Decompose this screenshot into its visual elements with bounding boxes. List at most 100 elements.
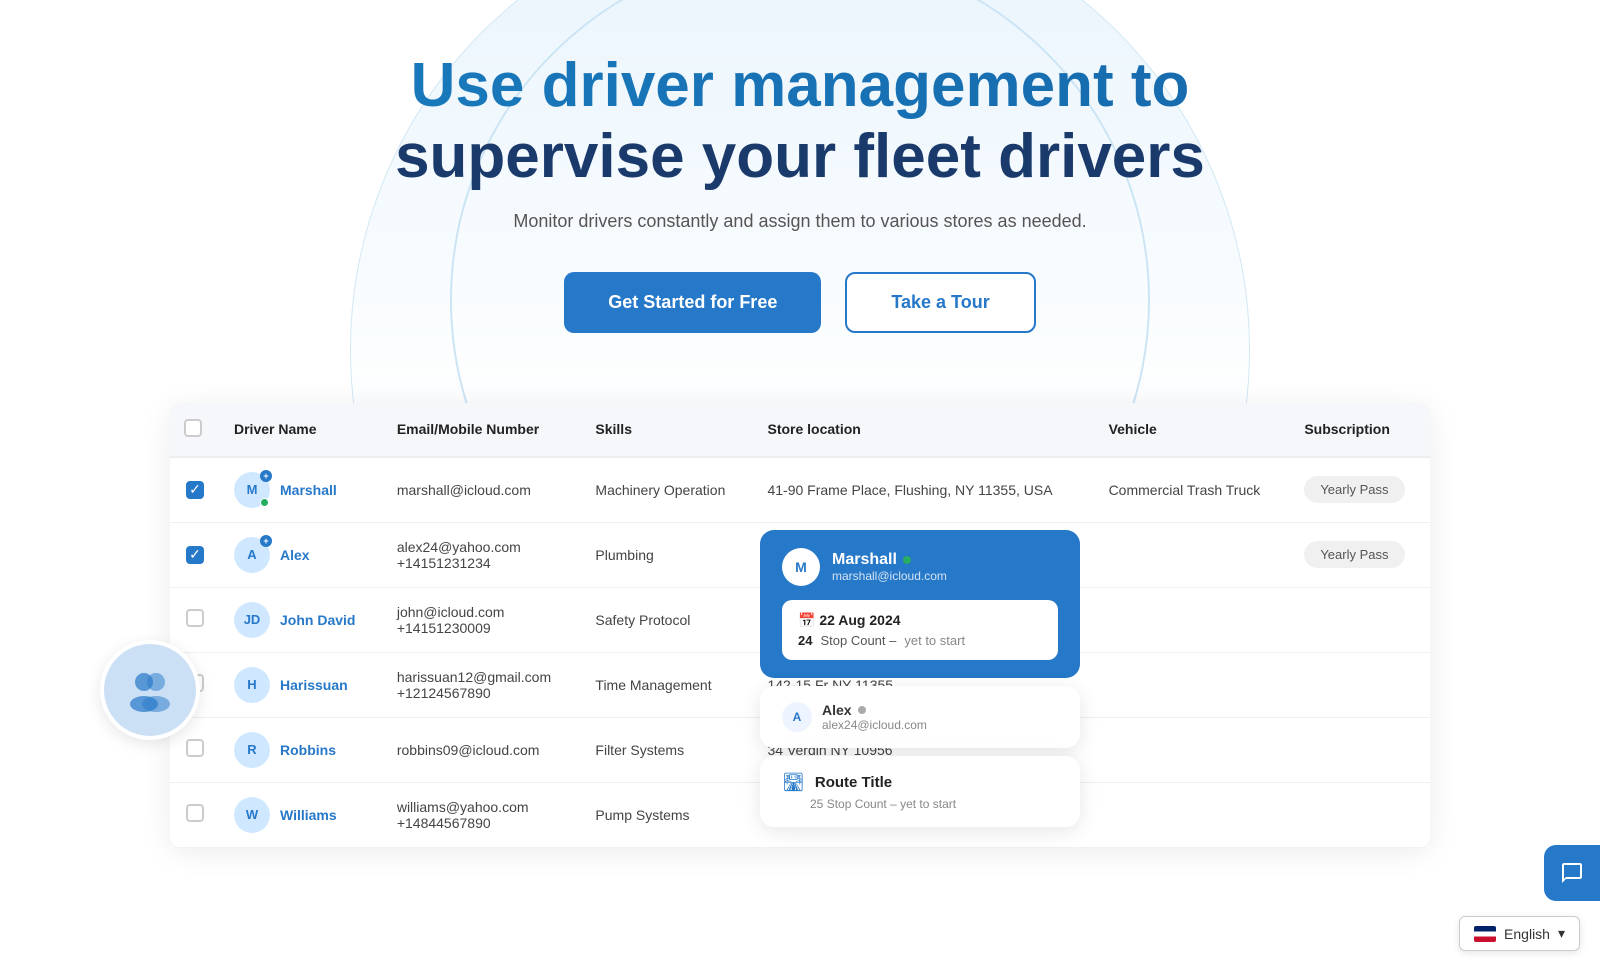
row-checkbox-cell <box>170 587 220 652</box>
row-subscription-cell: Yearly Pass <box>1290 522 1430 587</box>
hero-title-line2: supervise your fleet drivers <box>20 121 1580 192</box>
driver-name: John David <box>280 612 355 628</box>
driver-email: robbins09@icloud.com <box>397 742 568 758</box>
row-skills-cell: Safety Protocol <box>581 587 753 652</box>
header-checkbox-col <box>170 403 220 457</box>
col-driver-name: Driver Name <box>220 403 383 457</box>
row-checkbox-4[interactable] <box>186 739 204 757</box>
col-vehicle: Vehicle <box>1095 403 1291 457</box>
row-email-mobile-cell: john@icloud.com +14151230009 <box>383 587 582 652</box>
row-vehicle-cell <box>1095 782 1291 847</box>
row-vehicle-cell <box>1095 717 1291 782</box>
row-skills-cell: Pump Systems <box>581 782 753 847</box>
row-skills-cell: Filter Systems <box>581 717 753 782</box>
get-started-button[interactable]: Get Started for Free <box>564 272 821 333</box>
row-avatar-name-cell: H Harissuan <box>220 652 383 717</box>
driver-name: Robbins <box>280 742 336 758</box>
row-checkbox-1[interactable]: ✓ <box>186 546 204 564</box>
popup-marshall-date-row: 📅 22 Aug 2024 24 Stop Count – yet to sta… <box>782 600 1058 660</box>
popup-alex-name: Alex <box>822 702 927 718</box>
driver-mobile: +14151231234 <box>397 555 568 571</box>
popup-marshall-card: M Marshall marshall@icloud.com 📅 22 Aug … <box>760 530 1080 678</box>
popup-stop-info: 24 Stop Count – yet to start <box>798 633 1042 648</box>
driver-mobile: +14151230009 <box>397 620 568 636</box>
route-title-row: 🛣 Route Title <box>782 772 1058 793</box>
row-subscription-cell: Yearly Pass <box>1290 457 1430 523</box>
hero-subtitle: Monitor drivers constantly and assign th… <box>20 211 1580 232</box>
popup-alex-card: A Alex alex24@icloud.com <box>760 686 1080 748</box>
row-store-cell: 41-90 Frame Place, Flushing, NY 11355, U… <box>753 457 1094 523</box>
popup-marshall-avatar: M <box>782 548 820 586</box>
driver-name: Marshall <box>280 482 337 498</box>
take-tour-button[interactable]: Take a Tour <box>845 272 1035 333</box>
popup-date: 📅 22 Aug 2024 <box>798 612 1042 629</box>
row-vehicle-cell: Commercial Trash Truck <box>1095 457 1291 523</box>
chat-button[interactable] <box>1544 845 1600 901</box>
subscription-badge: Yearly Pass <box>1304 476 1404 503</box>
driver-email: john@icloud.com <box>397 604 568 620</box>
popup-container: M Marshall marshall@icloud.com 📅 22 Aug … <box>760 530 1080 827</box>
row-checkbox-cell: ✓ <box>170 522 220 587</box>
driver-name: Williams <box>280 807 337 823</box>
driver-avatar: H <box>234 667 270 703</box>
driver-mobile: +12124567890 <box>397 685 568 701</box>
row-checkbox-5[interactable] <box>186 804 204 822</box>
popup-marshall-name: Marshall <box>832 551 947 569</box>
subscription-badge: Yearly Pass <box>1304 541 1404 568</box>
hero-title-line1: Use driver management to <box>20 50 1580 121</box>
row-vehicle-cell <box>1095 587 1291 652</box>
chevron-down-icon: ▾ <box>1558 925 1565 942</box>
row-checkbox-cell <box>170 782 220 847</box>
row-vehicle-cell <box>1095 652 1291 717</box>
row-avatar-name-cell: JD John David <box>220 587 383 652</box>
row-vehicle-cell <box>1095 522 1291 587</box>
popup-alex-avatar: A <box>782 702 812 732</box>
row-avatar-name-cell: M+ Marshall <box>220 457 383 523</box>
cta-group: Get Started for Free Take a Tour <box>20 272 1580 333</box>
row-subscription-cell <box>1290 782 1430 847</box>
popup-marshall-email: marshall@icloud.com <box>832 569 947 583</box>
popup-route-card: 🛣 Route Title 25 Stop Count – yet to sta… <box>760 756 1080 827</box>
driver-email: marshall@icloud.com <box>397 482 568 498</box>
row-checkbox-2[interactable] <box>186 609 204 627</box>
driver-avatar: JD <box>234 602 270 638</box>
driver-email: alex24@yahoo.com <box>397 539 568 555</box>
row-subscription-cell <box>1290 717 1430 782</box>
row-avatar-name-cell: W Williams <box>220 782 383 847</box>
col-email-mobile: Email/Mobile Number <box>383 403 582 457</box>
route-stop-row: 25 Stop Count – yet to start <box>782 797 1058 811</box>
row-subscription-cell <box>1290 587 1430 652</box>
table-row: ✓ M+ Marshall marshall@icloud.com Machin… <box>170 457 1430 523</box>
offline-indicator <box>858 706 866 714</box>
col-skills: Skills <box>581 403 753 457</box>
row-email-mobile-cell: harissuan12@gmail.com +12124567890 <box>383 652 582 717</box>
select-all-checkbox[interactable] <box>184 419 202 437</box>
driver-name: Harissuan <box>280 677 348 693</box>
popup-marshall-header: M Marshall marshall@icloud.com <box>782 548 1058 586</box>
driver-avatar: M+ <box>234 472 270 508</box>
row-skills-cell: Machinery Operation <box>581 457 753 523</box>
online-indicator <box>903 556 911 564</box>
row-skills-cell: Time Management <box>581 652 753 717</box>
row-skills-cell: Plumbing <box>581 522 753 587</box>
row-email-mobile-cell: robbins09@icloud.com <box>383 717 582 782</box>
col-store-location: Store location <box>753 403 1094 457</box>
row-email-mobile-cell: alex24@yahoo.com +14151231234 <box>383 522 582 587</box>
language-label: English <box>1504 926 1550 942</box>
row-subscription-cell <box>1290 652 1430 717</box>
language-dropdown[interactable]: English ▾ <box>1459 916 1580 951</box>
row-avatar-name-cell: A+ Alex <box>220 522 383 587</box>
driver-avatar: R <box>234 732 270 768</box>
hero-section: Use driver management to supervise your … <box>0 0 1600 373</box>
popup-alex-email: alex24@icloud.com <box>822 718 927 732</box>
driver-email: harissuan12@gmail.com <box>397 669 568 685</box>
row-avatar-name-cell: R Robbins <box>220 717 383 782</box>
driver-email: williams@yahoo.com <box>397 799 568 815</box>
popup-alex-header: A Alex alex24@icloud.com <box>782 702 1058 732</box>
driver-avatar: W <box>234 797 270 833</box>
row-checkbox-0[interactable]: ✓ <box>186 481 204 499</box>
avatar-group-icon <box>100 640 200 740</box>
col-subscription: Subscription <box>1290 403 1430 457</box>
row-email-mobile-cell: marshall@icloud.com <box>383 457 582 523</box>
flag-icon <box>1474 926 1496 942</box>
